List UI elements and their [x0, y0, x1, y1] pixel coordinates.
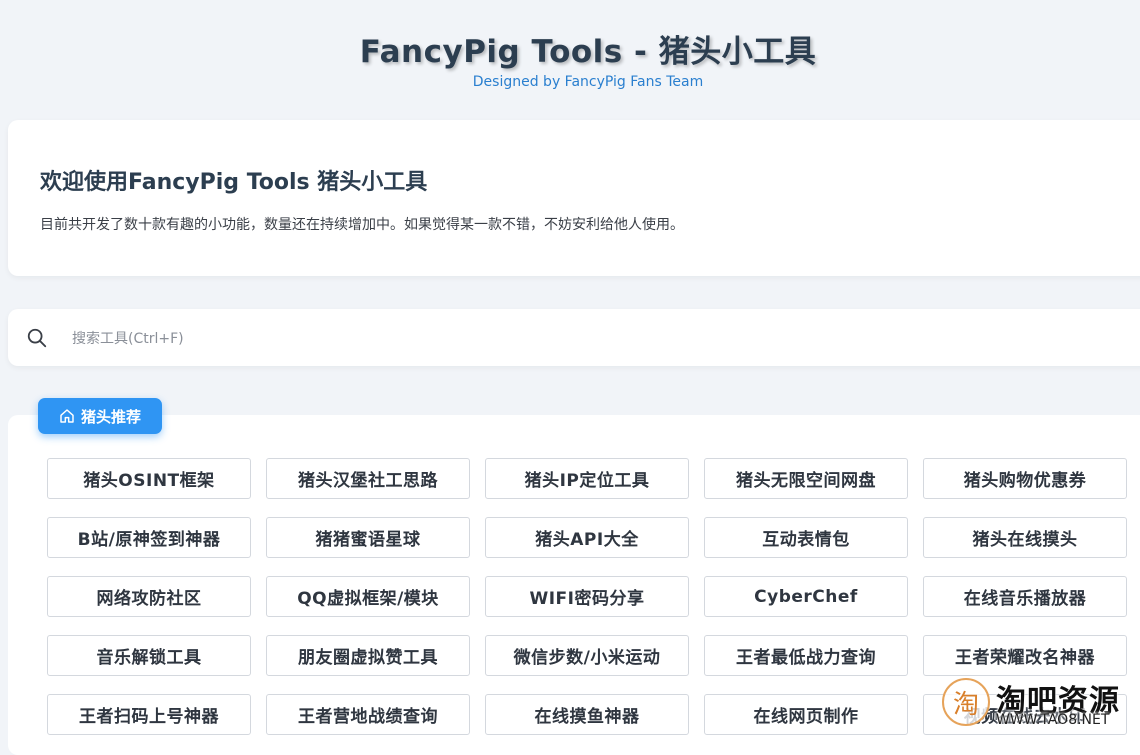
tool-button[interactable]: 在线音乐播放器 [923, 576, 1127, 617]
tool-button[interactable]: 猪头汉堡社工思路 [266, 458, 470, 499]
tool-button[interactable]: 猪头购物优惠券 [923, 458, 1127, 499]
tool-button[interactable]: 互动表情包 [704, 517, 908, 558]
welcome-card: 欢迎使用FancyPig Tools 猪头小工具 目前共开发了数十款有趣的小功能… [8, 120, 1140, 276]
search-input[interactable] [70, 321, 674, 356]
tool-button[interactable]: 猪猪蜜语星球 [266, 517, 470, 558]
watermark: 淘 淘吧资源 WWW.TAO8.NET [936, 672, 1140, 734]
tool-button[interactable]: 猪头OSINT框架 [47, 458, 251, 499]
tool-button[interactable]: 王者荣耀改名神器 [923, 635, 1127, 676]
tool-button[interactable]: 猪头API大全 [485, 517, 689, 558]
welcome-title: 欢迎使用FancyPig Tools 猪头小工具 [40, 170, 428, 195]
tool-button[interactable]: CyberChef [704, 576, 908, 617]
search-bar [8, 309, 1140, 366]
watermark-url: WWW.TAO8.NET [996, 712, 1110, 728]
tool-button[interactable]: 在线摸鱼神器 [485, 694, 689, 735]
tool-button[interactable]: 在线网页制作 [704, 694, 908, 735]
category-tab-recommended[interactable]: 猪头推荐 [38, 398, 162, 434]
tool-button[interactable]: 猪头无限空间网盘 [704, 458, 908, 499]
welcome-description: 目前共开发了数十款有趣的小功能，数量还在持续增加中。如果觉得某一款不错，不妨安利… [40, 217, 684, 233]
search-icon[interactable] [26, 327, 48, 349]
tool-button[interactable]: B站/原神签到神器 [47, 517, 251, 558]
home-icon [60, 409, 74, 423]
tool-button[interactable]: 微信步数/小米运动 [485, 635, 689, 676]
tool-button[interactable]: 王者营地战绩查询 [266, 694, 470, 735]
tool-button[interactable]: 音乐解锁工具 [47, 635, 251, 676]
tool-button[interactable]: 朋友圈虚拟赞工具 [266, 635, 470, 676]
tool-button[interactable]: WIFI密码分享 [485, 576, 689, 617]
watermark-logo-icon: 淘 [942, 678, 990, 726]
tool-button[interactable]: 网络攻防社区 [47, 576, 251, 617]
site-title: FancyPig Tools - 猪头小工具 [359, 34, 817, 70]
tool-button[interactable]: 猪头在线摸头 [923, 517, 1127, 558]
tool-button[interactable]: 王者最低战力查询 [704, 635, 908, 676]
tool-button[interactable]: QQ虚拟框架/模块 [266, 576, 470, 617]
category-label: 猪头推荐 [80, 407, 141, 426]
tool-button[interactable]: 王者扫码上号神器 [47, 694, 251, 735]
tool-button[interactable]: 猪头IP定位工具 [485, 458, 689, 499]
site-subtitle: Designed by FancyPig Fans Team [472, 74, 704, 90]
